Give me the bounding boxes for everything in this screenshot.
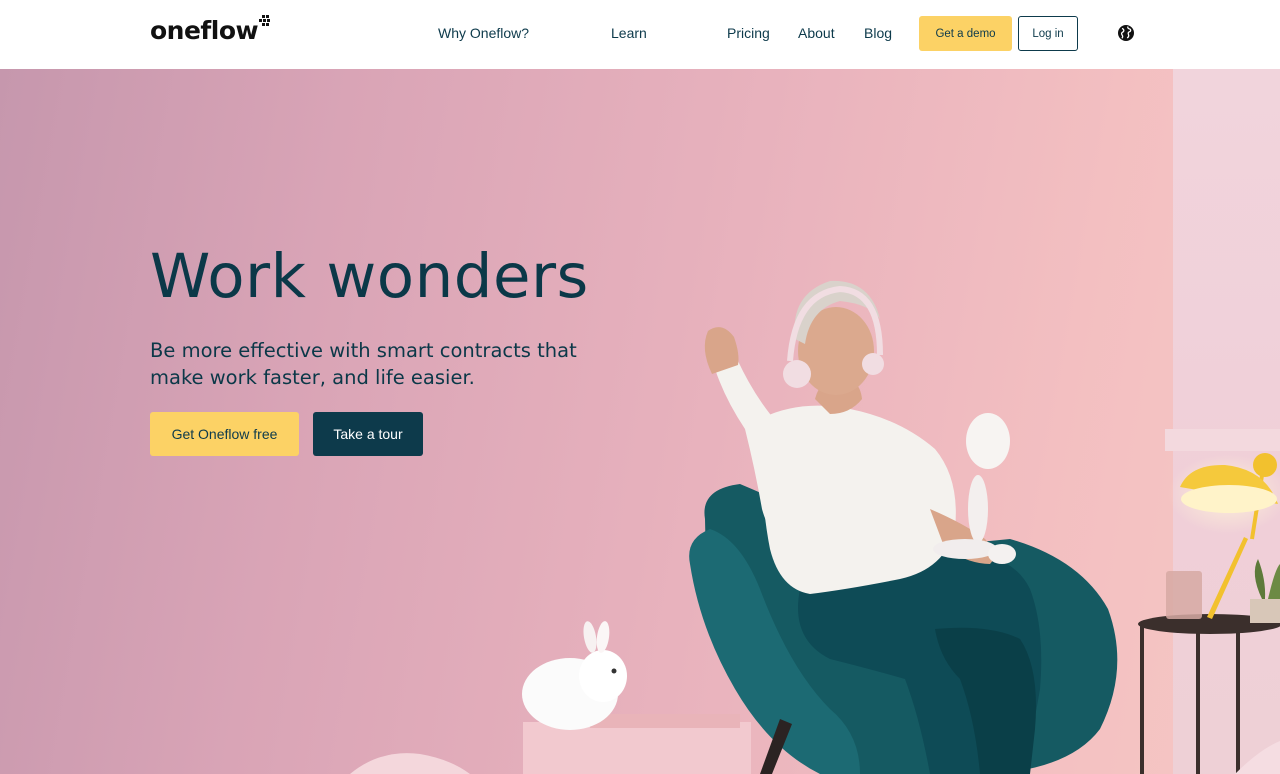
nav-why-oneflow[interactable]: Why Oneflow? <box>438 24 529 42</box>
nav-pricing[interactable]: Pricing <box>727 24 770 42</box>
oneflow-logo[interactable]: oneflow <box>150 15 271 46</box>
logo-dots-icon <box>256 15 271 29</box>
logo-wordmark: oneflow <box>150 16 259 45</box>
login-button[interactable]: Log in <box>1018 16 1078 51</box>
hero-section: Work wonders Be more effective with smar… <box>0 69 1280 774</box>
take-a-tour-button[interactable]: Take a tour <box>313 412 423 456</box>
drinking-glass <box>1166 571 1202 619</box>
site-header: oneflow Why Oneflow? Learn Pricing About… <box>0 0 1280 69</box>
hero-subtitle: Be more effective with smart contracts t… <box>150 339 577 389</box>
nav-about[interactable]: About <box>798 24 835 42</box>
white-bunny <box>522 621 627 730</box>
globe-icon[interactable] <box>1117 24 1135 42</box>
foreground-object <box>1235 741 1280 774</box>
hero-title: Work wonders <box>150 241 589 312</box>
get-demo-button[interactable]: Get a demo <box>919 16 1012 51</box>
nav-blog[interactable]: Blog <box>864 24 892 42</box>
plant <box>1250 559 1280 623</box>
side-table <box>1138 614 1280 774</box>
nav-learn[interactable]: Learn <box>611 24 647 42</box>
get-oneflow-free-button[interactable]: Get Oneflow free <box>150 412 299 456</box>
foreground-cushion <box>350 753 470 774</box>
